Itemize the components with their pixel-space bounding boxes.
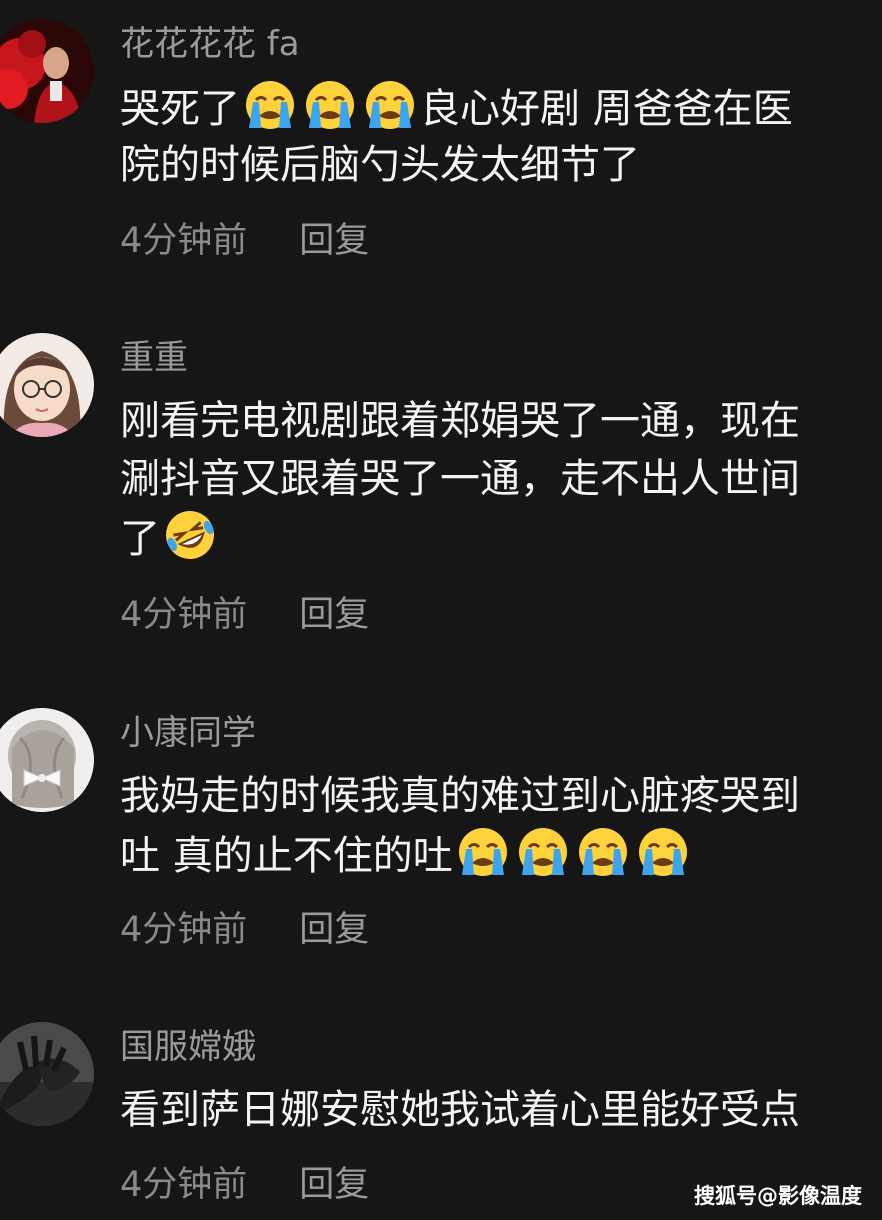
comment-text-segment: 吐 真的止不住的吐 — [120, 833, 453, 879]
comment-text-line: 我妈走的时候我真的难过到心脏疼哭到 — [120, 767, 882, 825]
comment-text: 看到萨日娜安慰她我试着心里能好受点 — [120, 1081, 882, 1139]
timestamp: 4分钟前 — [120, 1165, 248, 1205]
username[interactable]: 花花花花 fa — [120, 24, 300, 64]
crying-face-emoji-icon — [516, 825, 570, 879]
comment-text-line: 院的时候后脑勺头发太细节了 — [120, 136, 882, 194]
rolling-laughing-emoji-icon — [163, 508, 217, 562]
crying-face-emoji-icon — [576, 825, 630, 879]
crying-face-emoji-icon — [243, 78, 297, 132]
comment-text-segment: 良心好剧 周爸爸在医 — [420, 86, 793, 132]
comment-text: 哭死了 良心好剧 周爸爸在医院的时候后脑勺头发太细节了 — [120, 78, 882, 194]
comment-text-segment: 哭死了 — [120, 86, 240, 132]
crying-face-emoji-icon — [363, 78, 417, 132]
reply-button[interactable]: 回复 — [299, 595, 369, 635]
comment-text-segment: 院的时候后脑勺头发太细节了 — [120, 142, 640, 188]
comment-text-segment: 看到萨日娜安慰她我试着心里能好受点 — [120, 1087, 800, 1133]
username[interactable]: 国服嫦娥 — [120, 1027, 256, 1067]
timestamp: 4分钟前 — [120, 221, 248, 261]
watermark: 搜狐号@影像温度 — [694, 1184, 862, 1208]
avatar-girl-bow-icon — [0, 708, 94, 812]
comment-text: 刚看完电视剧跟着郑娟哭了一通，现在 涮抖音又跟着哭了一通，走不出人世间了 — [120, 392, 882, 566]
username[interactable]: 重重 — [120, 338, 188, 378]
reply-button[interactable]: 回复 — [299, 221, 369, 261]
avatar-hands-photo-icon — [0, 1022, 94, 1126]
comment-text-line: 看到萨日娜安慰她我试着心里能好受点 — [120, 1081, 882, 1139]
user-avatar[interactable] — [0, 708, 94, 812]
avatar-photo-red-icon — [0, 19, 94, 123]
comment-text-segment: 我妈走的时候我真的难过到心脏疼哭到 — [120, 773, 800, 819]
comment-text-line: 了 — [120, 508, 882, 566]
comment-meta: 4分钟前 回复 — [120, 594, 369, 636]
comment-text: 我妈走的时候我真的难过到心脏疼哭到吐 真的止不住的吐 — [120, 767, 882, 883]
comment-meta: 4分钟前 回复 — [120, 1164, 369, 1206]
comment-text-line: 涮抖音又跟着哭了一通，走不出人世间 — [120, 450, 882, 508]
timestamp: 4分钟前 — [120, 595, 248, 635]
comment-text-segment: 了 — [120, 516, 160, 562]
crying-face-emoji-icon — [456, 825, 510, 879]
crying-face-emoji-icon — [303, 78, 357, 132]
username[interactable]: 小康同学 — [120, 713, 256, 753]
timestamp: 4分钟前 — [120, 910, 248, 950]
comment-text-line: 吐 真的止不住的吐 — [120, 825, 882, 883]
user-avatar[interactable] — [0, 19, 94, 123]
comment-meta: 4分钟前 回复 — [120, 909, 369, 951]
user-avatar[interactable] — [0, 1022, 94, 1126]
reply-button[interactable]: 回复 — [299, 910, 369, 950]
comment-meta: 4分钟前 回复 — [120, 220, 369, 262]
comment-text-line: 哭死了 良心好剧 周爸爸在医 — [120, 78, 882, 136]
avatar-cartoon-girl-icon — [0, 333, 94, 437]
comment-text-segment: 涮抖音又跟着哭了一通，走不出人世间 — [120, 456, 800, 502]
comment-text-line: 刚看完电视剧跟着郑娟哭了一通，现在 — [120, 392, 882, 450]
user-avatar[interactable] — [0, 333, 94, 437]
reply-button[interactable]: 回复 — [299, 1165, 369, 1205]
crying-face-emoji-icon — [636, 825, 690, 879]
comment-text-segment: 刚看完电视剧跟着郑娟哭了一通，现在 — [120, 398, 800, 444]
